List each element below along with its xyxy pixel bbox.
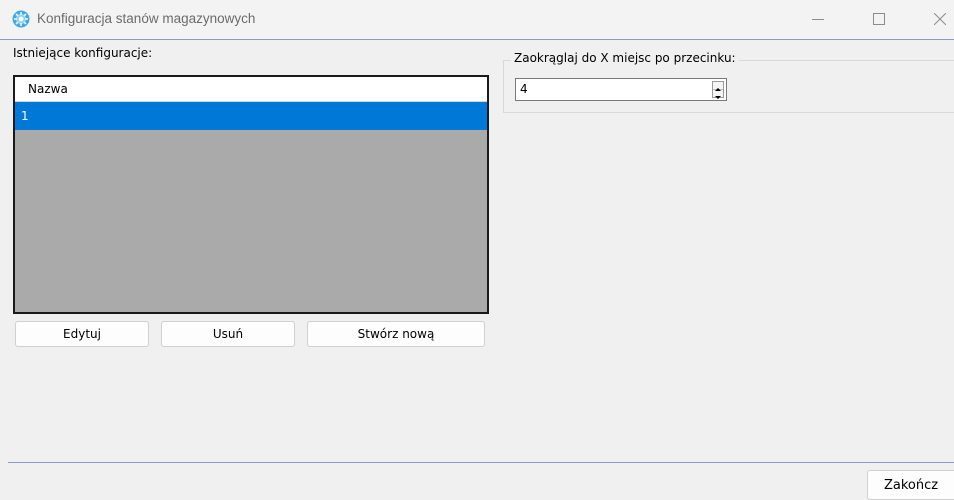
- close-button[interactable]: [917, 0, 954, 39]
- delete-button[interactable]: Usuń: [161, 321, 295, 347]
- rounding-label: Zaokrąglaj do X miejsc po przecinku:: [511, 51, 739, 65]
- minimize-button[interactable]: [795, 0, 841, 39]
- column-header-name: Nazwa: [28, 82, 68, 96]
- configs-label: Istniejące konfiguracje:: [13, 46, 153, 60]
- stepper-down-button[interactable]: [713, 90, 723, 99]
- footer-divider: [8, 462, 954, 463]
- finish-button[interactable]: Zakończ: [867, 470, 954, 500]
- edit-button[interactable]: Edytuj: [15, 321, 149, 347]
- decimal-places-stepper[interactable]: 4: [515, 78, 727, 101]
- create-new-button[interactable]: Stwórz nową: [307, 321, 485, 347]
- arrow-down-icon: [715, 96, 721, 99]
- window-title: Konfiguracja stanów magazynowych: [37, 11, 256, 26]
- configs-list[interactable]: Nazwa 1: [13, 75, 489, 314]
- minimize-icon: [812, 19, 824, 20]
- maximize-icon: [873, 13, 885, 25]
- close-icon: [934, 13, 946, 25]
- stepper-up-button[interactable]: [713, 82, 723, 91]
- gear-icon: [12, 10, 30, 28]
- list-item[interactable]: 1: [15, 102, 487, 130]
- list-header[interactable]: Nazwa: [15, 77, 487, 102]
- list-item-name: 1: [21, 109, 29, 123]
- stepper-buttons: [712, 81, 724, 99]
- maximize-button[interactable]: [856, 0, 902, 39]
- decimal-places-value[interactable]: 4: [520, 82, 528, 96]
- title-bar: Konfiguracja stanów magazynowych: [0, 0, 954, 40]
